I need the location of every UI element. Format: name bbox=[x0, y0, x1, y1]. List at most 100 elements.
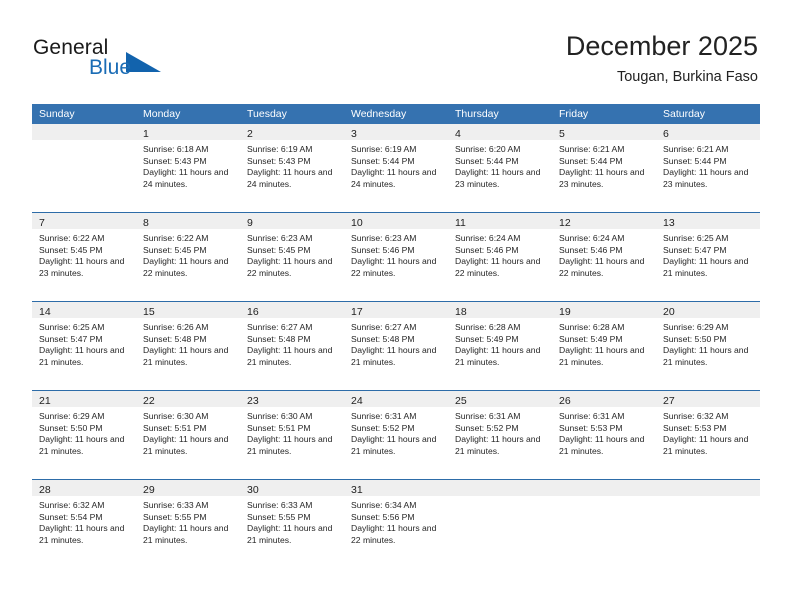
calendar-day-cell[interactable]: 8 Sunrise: 6:22 AM Sunset: 5:45 PM Daylight… bbox=[136, 213, 240, 301]
day-number-band bbox=[448, 480, 552, 496]
sunset-text: Sunset: 5:44 PM bbox=[351, 155, 415, 166]
daylight-text: Daylight: 11 hours and 21 minutes. bbox=[351, 434, 437, 456]
daylight-text: Daylight: 11 hours and 22 minutes. bbox=[559, 256, 645, 278]
calendar-day-cell[interactable]: 24 Sunrise: 6:31 AM Sunset: 5:52 PM Dayligh… bbox=[344, 391, 448, 479]
day-number-band: 1 bbox=[136, 124, 240, 140]
day-sun-info: Sunrise: 6:21 AM Sunset: 5:44 PM Daylight:… bbox=[552, 140, 656, 190]
day-number-band: 20 bbox=[656, 302, 760, 318]
day-number-band: 7 bbox=[32, 213, 136, 229]
sunrise-text: Sunrise: 6:31 AM bbox=[455, 411, 521, 421]
page-header: General Blue December 2025 Tougan, Burki… bbox=[0, 0, 792, 100]
sunset-text: Sunset: 5:52 PM bbox=[351, 422, 415, 433]
sunrise-text: Sunrise: 6:29 AM bbox=[39, 411, 105, 421]
calendar-day-cell[interactable]: 26 Sunrise: 6:31 AM Sunset: 5:53 PM Dayligh… bbox=[552, 391, 656, 479]
calendar-day-cell[interactable]: 13 Sunrise: 6:25 AM Sunset: 5:47 PM Dayligh… bbox=[656, 213, 760, 301]
daylight-text: Daylight: 11 hours and 21 minutes. bbox=[559, 345, 645, 367]
day-number: 11 bbox=[455, 217, 466, 229]
day-number: 23 bbox=[247, 395, 259, 407]
day-number: 13 bbox=[663, 217, 675, 229]
sunrise-text: Sunrise: 6:25 AM bbox=[39, 322, 105, 332]
day-sun-info: Sunrise: 6:22 AM Sunset: 5:45 PM Daylight:… bbox=[32, 229, 136, 279]
daylight-text: Daylight: 11 hours and 21 minutes. bbox=[455, 434, 541, 456]
calendar-day-cell[interactable]: 29 Sunrise: 6:33 AM Sunset: 5:55 PM Dayligh… bbox=[136, 480, 240, 568]
calendar-day-cell[interactable]: 21 Sunrise: 6:29 AM Sunset: 5:50 PM Dayligh… bbox=[32, 391, 136, 479]
daylight-text: Daylight: 11 hours and 21 minutes. bbox=[143, 434, 229, 456]
daylight-text: Daylight: 11 hours and 21 minutes. bbox=[247, 523, 333, 545]
sunrise-text: Sunrise: 6:21 AM bbox=[663, 144, 729, 154]
day-sun-info: Sunrise: 6:32 AM Sunset: 5:54 PM Daylight:… bbox=[32, 496, 136, 546]
day-number-band: 5 bbox=[552, 124, 656, 140]
calendar-day-cell[interactable]: 1 Sunrise: 6:18 AM Sunset: 5:43 PM Daylight… bbox=[136, 124, 240, 212]
day-sun-info: Sunrise: 6:27 AM Sunset: 5:48 PM Daylight:… bbox=[344, 318, 448, 368]
general-blue-logo: General Blue bbox=[33, 36, 213, 86]
sunset-text: Sunset: 5:53 PM bbox=[559, 422, 623, 433]
calendar-day-cell[interactable]: 28 Sunrise: 6:32 AM Sunset: 5:54 PM Dayligh… bbox=[32, 480, 136, 568]
daylight-text: Daylight: 11 hours and 22 minutes. bbox=[247, 256, 333, 278]
sunset-text: Sunset: 5:46 PM bbox=[455, 244, 519, 255]
sunrise-text: Sunrise: 6:30 AM bbox=[143, 411, 209, 421]
calendar-day-cell[interactable]: 11 Sunrise: 6:24 AM Sunset: 5:46 PM Dayligh… bbox=[448, 213, 552, 301]
day-sun-info: Sunrise: 6:29 AM Sunset: 5:50 PM Daylight:… bbox=[656, 318, 760, 368]
daylight-text: Daylight: 11 hours and 22 minutes. bbox=[143, 256, 229, 278]
daylight-text: Daylight: 11 hours and 24 minutes. bbox=[143, 167, 229, 189]
calendar-day-cell-empty bbox=[32, 124, 136, 212]
calendar-day-cell-empty bbox=[552, 480, 656, 568]
weekday-header-monday: Monday bbox=[143, 108, 181, 120]
day-sun-info: Sunrise: 6:22 AM Sunset: 5:45 PM Daylight:… bbox=[136, 229, 240, 279]
sunset-text: Sunset: 5:47 PM bbox=[39, 333, 103, 344]
day-sun-info: Sunrise: 6:31 AM Sunset: 5:52 PM Daylight:… bbox=[448, 407, 552, 457]
day-number-band: 26 bbox=[552, 391, 656, 407]
calendar-day-cell[interactable]: 4 Sunrise: 6:20 AM Sunset: 5:44 PM Daylight… bbox=[448, 124, 552, 212]
calendar-day-cell[interactable]: 17 Sunrise: 6:27 AM Sunset: 5:48 PM Dayligh… bbox=[344, 302, 448, 390]
daylight-text: Daylight: 11 hours and 21 minutes. bbox=[663, 256, 749, 278]
sunset-text: Sunset: 5:45 PM bbox=[143, 244, 207, 255]
calendar-day-cell[interactable]: 6 Sunrise: 6:21 AM Sunset: 5:44 PM Daylight… bbox=[656, 124, 760, 212]
day-number: 26 bbox=[559, 395, 571, 407]
sunrise-text: Sunrise: 6:25 AM bbox=[663, 233, 729, 243]
calendar-day-cell[interactable]: 14 Sunrise: 6:25 AM Sunset: 5:47 PM Dayligh… bbox=[32, 302, 136, 390]
day-number: 2 bbox=[247, 128, 253, 140]
day-sun-info: Sunrise: 6:25 AM Sunset: 5:47 PM Daylight:… bbox=[656, 229, 760, 279]
calendar-day-cell[interactable]: 23 Sunrise: 6:30 AM Sunset: 5:51 PM Dayligh… bbox=[240, 391, 344, 479]
calendar-day-cell[interactable]: 20 Sunrise: 6:29 AM Sunset: 5:50 PM Dayligh… bbox=[656, 302, 760, 390]
day-number-band: 13 bbox=[656, 213, 760, 229]
daylight-text: Daylight: 11 hours and 21 minutes. bbox=[559, 434, 645, 456]
sunset-text: Sunset: 5:48 PM bbox=[143, 333, 207, 344]
calendar-week-row: 21 Sunrise: 6:29 AM Sunset: 5:50 PM Dayligh… bbox=[32, 390, 760, 479]
calendar-day-cell[interactable]: 10 Sunrise: 6:23 AM Sunset: 5:46 PM Dayligh… bbox=[344, 213, 448, 301]
daylight-text: Daylight: 11 hours and 21 minutes. bbox=[663, 345, 749, 367]
day-number-band bbox=[552, 480, 656, 496]
day-number-band: 18 bbox=[448, 302, 552, 318]
sunrise-text: Sunrise: 6:32 AM bbox=[663, 411, 729, 421]
calendar-day-cell[interactable]: 5 Sunrise: 6:21 AM Sunset: 5:44 PM Daylight… bbox=[552, 124, 656, 212]
calendar-day-cell[interactable]: 18 Sunrise: 6:28 AM Sunset: 5:49 PM Dayligh… bbox=[448, 302, 552, 390]
day-number: 30 bbox=[247, 484, 259, 496]
weekday-header-row: Sunday Monday Tuesday Wednesday Thursday Frid… bbox=[32, 104, 760, 124]
sunset-text: Sunset: 5:55 PM bbox=[143, 511, 207, 522]
calendar-day-cell[interactable]: 15 Sunrise: 6:26 AM Sunset: 5:48 PM Dayligh… bbox=[136, 302, 240, 390]
calendar-day-cell[interactable]: 12 Sunrise: 6:24 AM Sunset: 5:46 PM Dayligh… bbox=[552, 213, 656, 301]
calendar-day-cell[interactable]: 22 Sunrise: 6:30 AM Sunset: 5:51 PM Dayligh… bbox=[136, 391, 240, 479]
daylight-text: Daylight: 11 hours and 21 minutes. bbox=[39, 523, 125, 545]
daylight-text: Daylight: 11 hours and 24 minutes. bbox=[247, 167, 333, 189]
calendar-day-cell[interactable]: 25 Sunrise: 6:31 AM Sunset: 5:52 PM Dayligh… bbox=[448, 391, 552, 479]
calendar-day-cell[interactable]: 9 Sunrise: 6:23 AM Sunset: 5:45 PM Daylight… bbox=[240, 213, 344, 301]
daylight-text: Daylight: 11 hours and 22 minutes. bbox=[351, 256, 437, 278]
calendar-day-cell[interactable]: 27 Sunrise: 6:32 AM Sunset: 5:53 PM Dayligh… bbox=[656, 391, 760, 479]
calendar-day-cell[interactable]: 3 Sunrise: 6:19 AM Sunset: 5:44 PM Daylight… bbox=[344, 124, 448, 212]
day-sun-info: Sunrise: 6:27 AM Sunset: 5:48 PM Daylight:… bbox=[240, 318, 344, 368]
calendar-day-cell[interactable]: 19 Sunrise: 6:28 AM Sunset: 5:49 PM Dayligh… bbox=[552, 302, 656, 390]
sunset-text: Sunset: 5:45 PM bbox=[247, 244, 311, 255]
sunset-text: Sunset: 5:44 PM bbox=[455, 155, 519, 166]
day-number-band: 24 bbox=[344, 391, 448, 407]
calendar-day-cell[interactable]: 31 Sunrise: 6:34 AM Sunset: 5:56 PM Dayligh… bbox=[344, 480, 448, 568]
day-sun-info: Sunrise: 6:30 AM Sunset: 5:51 PM Daylight:… bbox=[136, 407, 240, 457]
calendar-day-cell[interactable]: 2 Sunrise: 6:19 AM Sunset: 5:43 PM Daylight… bbox=[240, 124, 344, 212]
calendar-day-cell[interactable]: 7 Sunrise: 6:22 AM Sunset: 5:45 PM Daylight… bbox=[32, 213, 136, 301]
calendar-day-cell[interactable]: 30 Sunrise: 6:33 AM Sunset: 5:55 PM Dayligh… bbox=[240, 480, 344, 568]
day-number: 18 bbox=[455, 306, 467, 318]
day-number-band: 6 bbox=[656, 124, 760, 140]
calendar-weeks: 1 Sunrise: 6:18 AM Sunset: 5:43 PM Daylight… bbox=[32, 124, 760, 568]
calendar-day-cell[interactable]: 16 Sunrise: 6:27 AM Sunset: 5:48 PM Dayligh… bbox=[240, 302, 344, 390]
daylight-text: Daylight: 11 hours and 21 minutes. bbox=[663, 434, 749, 456]
